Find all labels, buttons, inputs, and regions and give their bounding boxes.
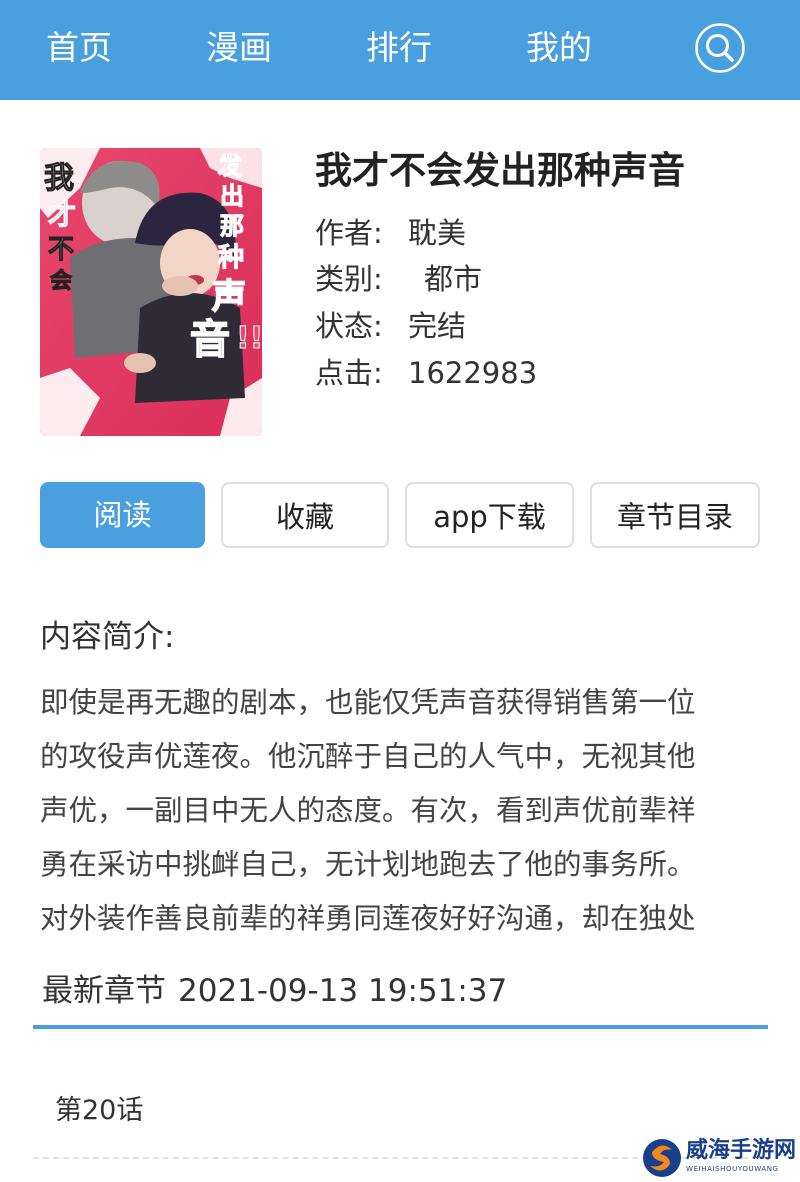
status-row: 状态: 完结	[315, 306, 466, 346]
nav-mine[interactable]: 我的	[526, 24, 592, 72]
watermark-s-icon	[643, 1139, 681, 1177]
status-value: 完结	[408, 309, 467, 343]
table-of-contents-button[interactable]: 章节目录	[590, 482, 760, 548]
intro-line: 声优，一副目中无人的态度。有次，看到声优前辈祥	[40, 794, 696, 827]
intro-text: 即使是再无趣的剧本，也能仅凭声音获得销售第一位 的攻役声优莲夜。他沉醉于自己的人…	[40, 676, 762, 946]
chapter-list-item[interactable]: 第20话	[55, 1090, 143, 1132]
svg-text:不: 不	[48, 235, 74, 265]
favorite-button[interactable]: 收藏	[221, 482, 389, 548]
watermark-name: 威海手游网	[686, 1138, 797, 1163]
latest-chapter-datetime: 2021-09-13 19:51:37	[178, 973, 508, 1009]
svg-text:发: 发	[217, 152, 242, 180]
genre-value: 都市	[424, 262, 483, 296]
nav-home[interactable]: 首页	[46, 24, 112, 72]
author-value: 耽美	[408, 216, 467, 250]
app-download-button[interactable]: app下载	[405, 482, 574, 548]
svg-text:种: 种	[218, 243, 244, 273]
intro-line: 对外装作善良前辈的祥勇同莲夜好好沟通，却在独处	[40, 902, 696, 935]
svg-text:我: 我	[44, 161, 74, 196]
svg-text:!!: !!	[236, 321, 262, 356]
intro-line: 勇在采访中挑衅自己，无计划地跑去了他的事务所。	[40, 848, 696, 881]
genre-label: 类别:	[315, 262, 383, 296]
latest-chapter-header: 最新章节 2021-09-13 19:51:37	[42, 968, 507, 1014]
watermark-logo: 威海手游网 WEIHAISHOUYOUWANG	[640, 1134, 800, 1182]
nav-ranking[interactable]: 排行	[366, 24, 432, 72]
author-row: 作者: 耽美	[315, 213, 466, 253]
intro-line: 的攻役声优莲夜。他沉醉于自己的人气中，无视其他	[40, 740, 696, 773]
book-cover[interactable]: 我 才 不 会 发 出 那 种 声 音 !!	[40, 148, 262, 436]
book-detail-page: 首页 漫画 排行 我的 我 才 不 会 发 出 那 种 声 音 !! 我才不会发…	[0, 0, 800, 1182]
search-icon	[695, 23, 745, 73]
svg-text:声: 声	[212, 277, 246, 317]
book-title: 我才不会发出那种声音	[315, 149, 685, 192]
svg-text:出: 出	[220, 182, 244, 210]
latest-chapter-label: 最新章节	[42, 973, 166, 1009]
genre-row: 类别: 都市	[315, 259, 482, 299]
cover-illustration: 我 才 不 会 发 出 那 种 声 音 !!	[40, 148, 262, 436]
svg-text:才: 才	[48, 198, 76, 231]
latest-divider	[33, 1025, 768, 1029]
intro-heading: 内容简介:	[40, 619, 175, 655]
intro-line: 即使是再无趣的剧本，也能仅凭声音获得销售第一位	[40, 686, 696, 719]
clicks-row: 点击: 1622983	[315, 353, 537, 393]
svg-text:那: 那	[220, 212, 244, 240]
status-label: 状态:	[315, 309, 383, 343]
clicks-label: 点击:	[315, 356, 383, 390]
search-button[interactable]	[694, 22, 746, 74]
watermark-subtitle: WEIHAISHOUYOUWANG	[686, 1165, 779, 1173]
author-label: 作者:	[315, 216, 383, 250]
read-button[interactable]: 阅读	[40, 482, 205, 548]
svg-text:会: 会	[50, 268, 72, 294]
top-nav-bar: 首页 漫画 排行 我的	[0, 0, 800, 100]
clicks-value: 1622983	[408, 356, 538, 390]
svg-text:音: 音	[190, 317, 230, 363]
nav-comics[interactable]: 漫画	[206, 24, 272, 72]
